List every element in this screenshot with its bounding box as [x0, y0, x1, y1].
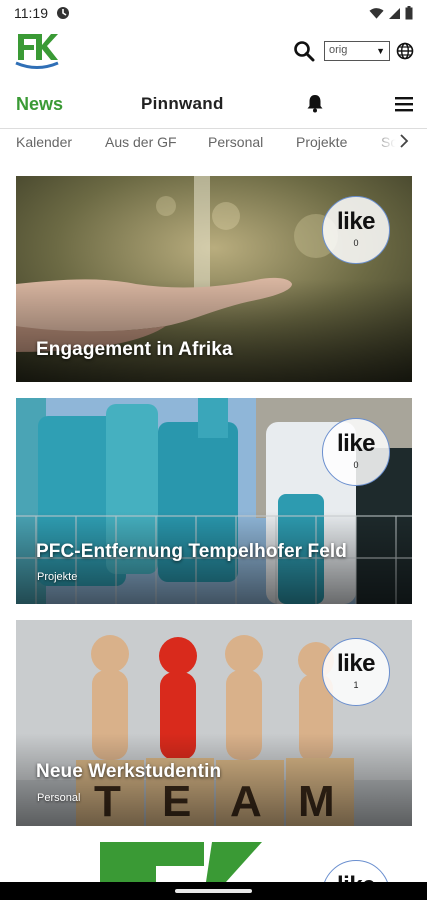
card-title: PFC-Entfernung Tempelhofer Feld [36, 541, 347, 562]
like-label: like [336, 208, 376, 235]
news-card-engagement[interactable]: Engagement in Afrika like 0 [16, 176, 412, 382]
language-select[interactable]: orig ▼ [324, 41, 390, 61]
signal-icon [389, 7, 400, 19]
data-saver-icon [57, 7, 69, 19]
home-gesture-handle[interactable] [175, 889, 252, 893]
like-count: 0 [353, 460, 359, 470]
main-nav: News Pinnwand [0, 80, 427, 126]
chevron-right-icon[interactable] [398, 133, 410, 149]
category-tab-projekte[interactable]: Projekte [296, 134, 347, 150]
brand-logo [15, 34, 59, 69]
like-label: like [323, 872, 389, 882]
news-card-pfc[interactable]: PFC-Entfernung Tempelhofer Feld Projekte… [16, 398, 412, 604]
card-title: Engagement in Afrika [36, 339, 233, 360]
like-count: 1 [353, 680, 359, 690]
wifi-icon [369, 7, 384, 19]
like-label: like [336, 430, 376, 457]
card-title: Neue Werkstudentin [36, 761, 222, 782]
tab-pinnwand[interactable]: Pinnwand [141, 94, 224, 114]
card-category: Personal [37, 792, 81, 804]
like-button[interactable]: like 0 [322, 196, 390, 264]
news-card-partial[interactable]: like [16, 842, 412, 882]
category-tab-personal[interactable]: Personal [208, 134, 263, 150]
app-header: orig ▼ [0, 26, 427, 78]
globe-icon[interactable] [396, 42, 414, 60]
category-tabs: Kalender Aus der GF Personal Projekte So [0, 128, 427, 154]
like-button[interactable]: like 1 [322, 638, 390, 706]
tab-news[interactable]: News [16, 94, 63, 115]
system-navigation-bar [0, 882, 427, 900]
like-label: like [336, 650, 376, 677]
status-bar: 11:19 [0, 0, 427, 26]
like-count: 0 [353, 238, 359, 248]
status-time: 11:19 [14, 5, 48, 21]
news-card-werkstudentin[interactable]: TEAM Neue Werkstudentin Personal like 1 [16, 620, 412, 826]
search-icon[interactable] [293, 40, 315, 62]
card-category: Projekte [37, 571, 78, 583]
language-select-value: orig [329, 44, 348, 56]
bell-icon[interactable] [305, 93, 325, 113]
battery-icon [405, 6, 413, 20]
like-button[interactable]: like 0 [322, 418, 390, 486]
category-tab-aus-der-gf[interactable]: Aus der GF [105, 134, 177, 150]
dropdown-arrow-icon: ▼ [376, 46, 385, 56]
menu-icon[interactable] [394, 95, 414, 113]
category-tab-kalender[interactable]: Kalender [16, 134, 72, 150]
